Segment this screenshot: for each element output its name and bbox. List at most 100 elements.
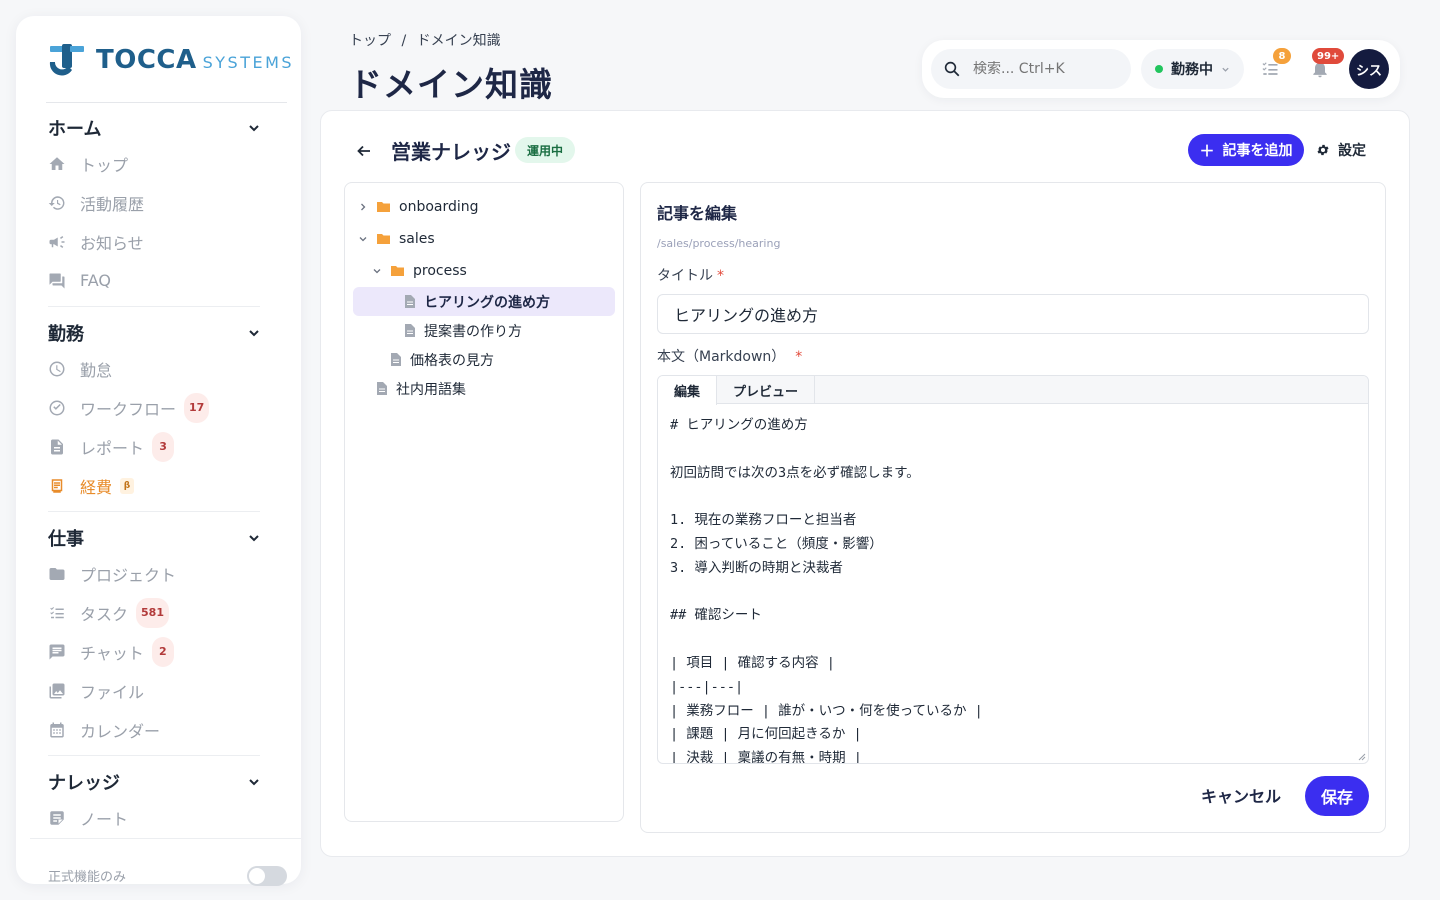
markdown-line: | 課題 | 月に何回起きるか |: [670, 726, 862, 743]
megaphone-icon: [49, 235, 65, 248]
sidebar-item-label: レポート: [80, 438, 145, 458]
avatar[interactable]: シス: [1349, 49, 1389, 89]
document-icon: [405, 295, 415, 308]
nav-section-knowledge: ナレッジ ノート: [48, 766, 260, 843]
logo[interactable]: TOCCA SYSTEMS: [48, 42, 294, 78]
add-article-button[interactable]: ＋ 記事を追加: [1188, 134, 1304, 166]
settings-label: 設定: [1338, 143, 1366, 159]
report-count-badge: 3: [152, 431, 175, 462]
workflow-count-badge: 17: [184, 392, 210, 423]
cancel-button[interactable]: キャンセル: [1188, 780, 1294, 810]
sidebar-item-workflow[interactable]: ワークフロー 17: [48, 388, 260, 427]
sidebar-item-announcements[interactable]: お知らせ: [48, 222, 260, 261]
editor-heading: 記事を編集: [657, 204, 738, 223]
tasks-badge: 8: [1273, 48, 1291, 64]
chevron-down-icon: [249, 535, 259, 542]
work-status-label: 勤務中: [1171, 62, 1213, 78]
tocca-logo-icon: [49, 44, 84, 76]
message-icon: [49, 644, 65, 659]
tree-doc-hearing[interactable]: ヒアリングの進め方: [353, 287, 615, 316]
nav-section-header[interactable]: 勤務: [48, 317, 260, 349]
sidebar-item-files[interactable]: ファイル: [48, 671, 260, 710]
work-status-dropdown[interactable]: 勤務中: [1141, 49, 1244, 89]
chat-bubble-icon: [49, 273, 65, 288]
tab-edit[interactable]: 編集: [658, 376, 718, 405]
search-box[interactable]: [931, 49, 1131, 89]
tree-doc-glossary[interactable]: 社内用語集: [376, 374, 604, 403]
markdown-line: 1. 現在の業務フローと担当者: [670, 512, 857, 529]
plus-icon: ＋: [1199, 141, 1215, 160]
sidebar-item-label: 勤怠: [80, 360, 113, 380]
markdown-line: 3. 導入判断の時期と決裁者: [670, 559, 843, 576]
title-field-label: タイトル *: [657, 268, 724, 284]
folder-icon: [391, 266, 404, 276]
tree-folder-process[interactable]: process: [372, 256, 608, 285]
check-circle-icon: [49, 400, 65, 415]
markdown-line: |---|---|: [670, 678, 744, 695]
breadcrumb: トップ / ドメイン知識: [349, 30, 501, 50]
nav-section-label: ホーム: [48, 119, 102, 140]
sidebar-item-attendance[interactable]: 勤怠: [48, 349, 260, 388]
sidebar-item-chat[interactable]: チャット 2: [48, 632, 260, 671]
nav-section-header[interactable]: ホーム: [48, 112, 260, 144]
sidebar-item-label: タスク: [80, 604, 129, 624]
sidebar-item-report[interactable]: レポート 3: [48, 427, 260, 466]
markdown-textarea[interactable]: # ヒアリングの進め方 初回訪問では次の3点を必ず確認します。 1. 現在の業務…: [670, 414, 1356, 763]
sidebar-item-label: プロジェクト: [80, 565, 177, 585]
status-badge: 運用中: [515, 137, 576, 163]
markdown-editor: 編集 プレビュー # ヒアリングの進め方 初回訪問では次の3点を必ず確認します。…: [657, 375, 1369, 764]
breadcrumb-separator: /: [401, 33, 407, 49]
tree-doc-proposal[interactable]: 提案書の作り方: [404, 316, 604, 345]
chevron-down-icon: [249, 779, 259, 786]
tab-preview[interactable]: プレビュー: [717, 376, 816, 404]
add-article-label: 記事を追加: [1222, 143, 1293, 159]
back-arrow-icon[interactable]: [355, 142, 373, 160]
sidebar-item-faq[interactable]: FAQ: [48, 261, 260, 300]
sidebar-nav: ホーム トップ 活動履歴 お知らせ FAQ 勤務 勤怠 ワークフロー 17 レポ…: [48, 112, 260, 853]
receipt-icon: [51, 478, 63, 493]
sidebar-item-history[interactable]: 活動履歴: [48, 183, 260, 222]
sidebar-footer-divider: [30, 838, 301, 839]
sidebar-item-label: FAQ: [80, 271, 111, 290]
sidebar-item-projects[interactable]: プロジェクト: [48, 554, 260, 593]
title-input[interactable]: [657, 294, 1369, 334]
required-marker: *: [795, 349, 803, 365]
gear-icon: [1317, 144, 1329, 156]
settings-button[interactable]: 設定: [1316, 136, 1366, 164]
chevron-down-icon: [373, 268, 381, 273]
checklist-icon: [50, 606, 64, 618]
sidebar-item-tasks[interactable]: タスク 581: [48, 593, 260, 632]
breadcrumb-item-top[interactable]: トップ: [349, 30, 391, 50]
calendar-icon: [50, 722, 64, 737]
document-icon: [405, 324, 415, 337]
nav-section-header[interactable]: ナレッジ: [48, 766, 260, 798]
save-button[interactable]: 保存: [1305, 776, 1369, 816]
tree-folder-onboarding[interactable]: onboarding: [358, 192, 608, 221]
folder-icon: [377, 234, 390, 244]
resize-handle-icon[interactable]: [1358, 753, 1366, 761]
nav-section-home: ホーム トップ 活動履歴 お知らせ FAQ: [48, 112, 260, 307]
sidebar-item-label: 活動履歴: [80, 194, 145, 214]
task-count-badge: 581: [136, 597, 169, 628]
image-icon: [49, 683, 65, 698]
nav-section-jobs: 仕事 プロジェクト タスク 581 チャット 2 ファイル カレンダー: [48, 522, 260, 756]
folder-icon: [49, 567, 65, 580]
sidebar-item-notes[interactable]: ノート: [48, 798, 260, 837]
tree-doc-pricing[interactable]: 価格表の見方: [390, 345, 604, 374]
sidebar-item-label: お知らせ: [80, 233, 144, 253]
chat-count-badge: 2: [151, 636, 174, 667]
top-toolbar: 勤務中 8 99+ シス: [922, 40, 1400, 98]
nav-section-label: ナレッジ: [48, 773, 120, 794]
sidebar-item-calendar[interactable]: カレンダー: [48, 710, 260, 749]
tree-item-label: onboarding: [399, 198, 479, 215]
sidebar-item-label: ファイル: [80, 682, 145, 702]
sidebar-item-label: チャット: [80, 643, 144, 663]
nav-section-header[interactable]: 仕事: [48, 522, 260, 554]
official-features-toggle[interactable]: [247, 866, 287, 886]
sidebar-item-top[interactable]: トップ: [48, 144, 260, 183]
tree-folder-sales[interactable]: sales: [358, 224, 608, 253]
required-marker: *: [717, 268, 724, 284]
chevron-down-icon: [359, 236, 367, 241]
sidebar-item-expenses[interactable]: 経費 β: [48, 466, 260, 505]
search-input[interactable]: [973, 61, 1103, 77]
